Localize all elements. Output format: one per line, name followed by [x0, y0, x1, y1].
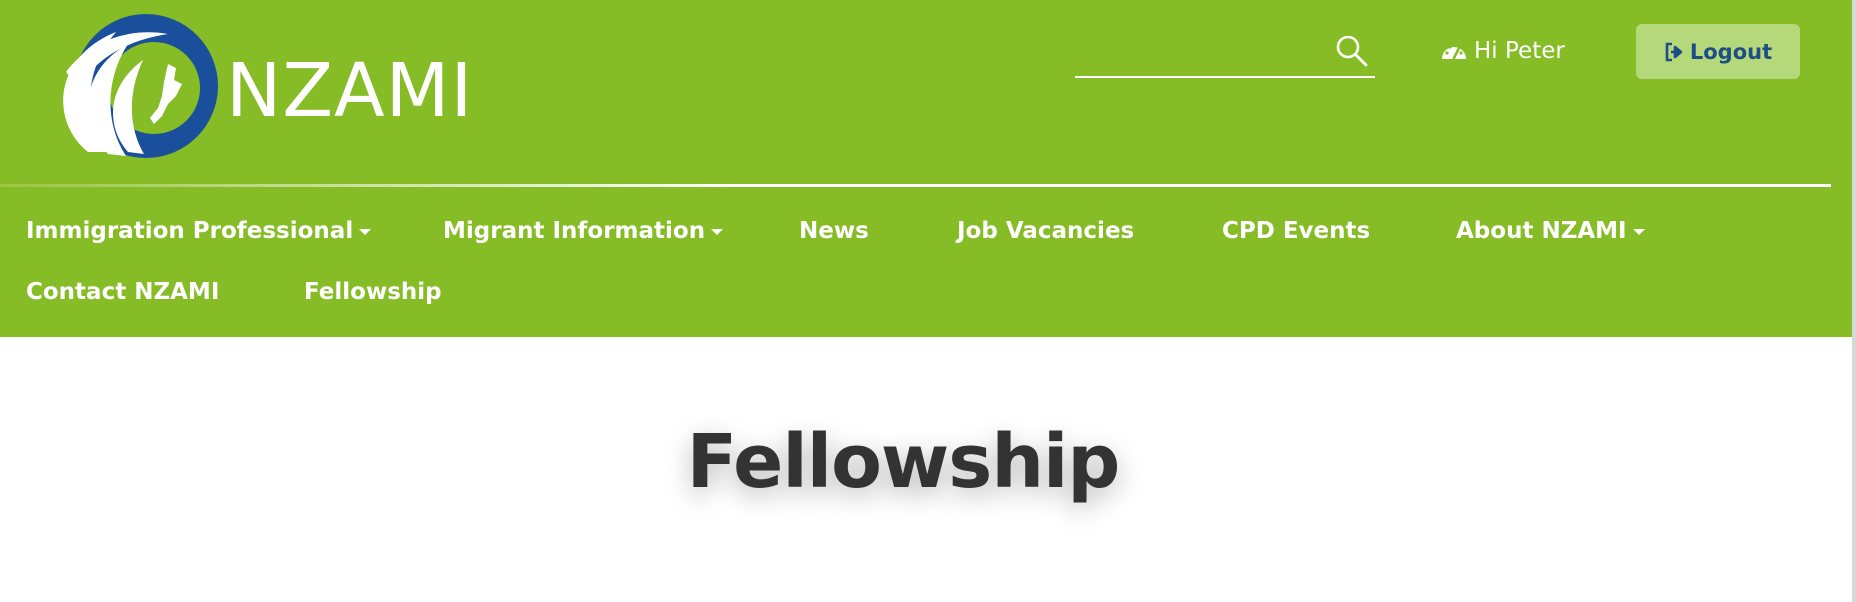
- sign-out-icon: [1665, 42, 1683, 61]
- logo-text: NZAMI: [226, 48, 474, 134]
- dashboard-icon: [1442, 43, 1466, 60]
- nav-label: Immigration Professional: [26, 218, 354, 244]
- nav-item-news[interactable]: News: [799, 220, 869, 243]
- caret-down-icon: [1632, 228, 1645, 235]
- nav-label: Fellowship: [304, 279, 442, 305]
- site-header: NZAMI Hi Peter Logout Immigration Profes…: [0, 0, 1856, 337]
- nav-item-job-vacancies[interactable]: Job Vacancies: [957, 220, 1134, 243]
- logout-label: Logout: [1689, 39, 1773, 64]
- search-bar: [1075, 30, 1375, 78]
- nav-label: News: [799, 218, 869, 244]
- nav-label: CPD Events: [1222, 218, 1371, 244]
- nav-label: About NZAMI: [1456, 218, 1627, 244]
- nav-item-migrant-information[interactable]: Migrant Information: [443, 218, 724, 244]
- logout-button[interactable]: Logout: [1636, 24, 1800, 79]
- search-icon[interactable]: [1335, 34, 1369, 68]
- user-greeting[interactable]: Hi Peter: [1440, 34, 1565, 68]
- nav-item-fellowship[interactable]: Fellowship: [304, 281, 442, 304]
- nzami-logo[interactable]: NZAMI: [58, 12, 498, 160]
- logo-mark: [63, 14, 218, 158]
- caret-down-icon: [711, 228, 724, 235]
- caret-down-icon: [359, 228, 372, 235]
- page-title: Fellowship: [686, 419, 1121, 505]
- nav-item-contact-nzami[interactable]: Contact NZAMI: [26, 281, 219, 304]
- scrollbar[interactable]: [1852, 0, 1856, 602]
- nav-item-about-nzami[interactable]: About NZAMI: [1456, 220, 1645, 243]
- nav-label: Migrant Information: [443, 218, 706, 244]
- nav-label: Contact NZAMI: [26, 279, 220, 305]
- nav-item-cpd-events[interactable]: CPD Events: [1222, 220, 1370, 243]
- nav-label: Job Vacancies: [957, 218, 1135, 244]
- page-title-container: Fellowship: [0, 419, 1856, 505]
- nav-item-immigration-professional[interactable]: Immigration Professional: [26, 218, 372, 244]
- header-divider: [0, 184, 1831, 187]
- greeting-label: Hi Peter: [1474, 38, 1565, 64]
- search-input[interactable]: [1075, 36, 1329, 72]
